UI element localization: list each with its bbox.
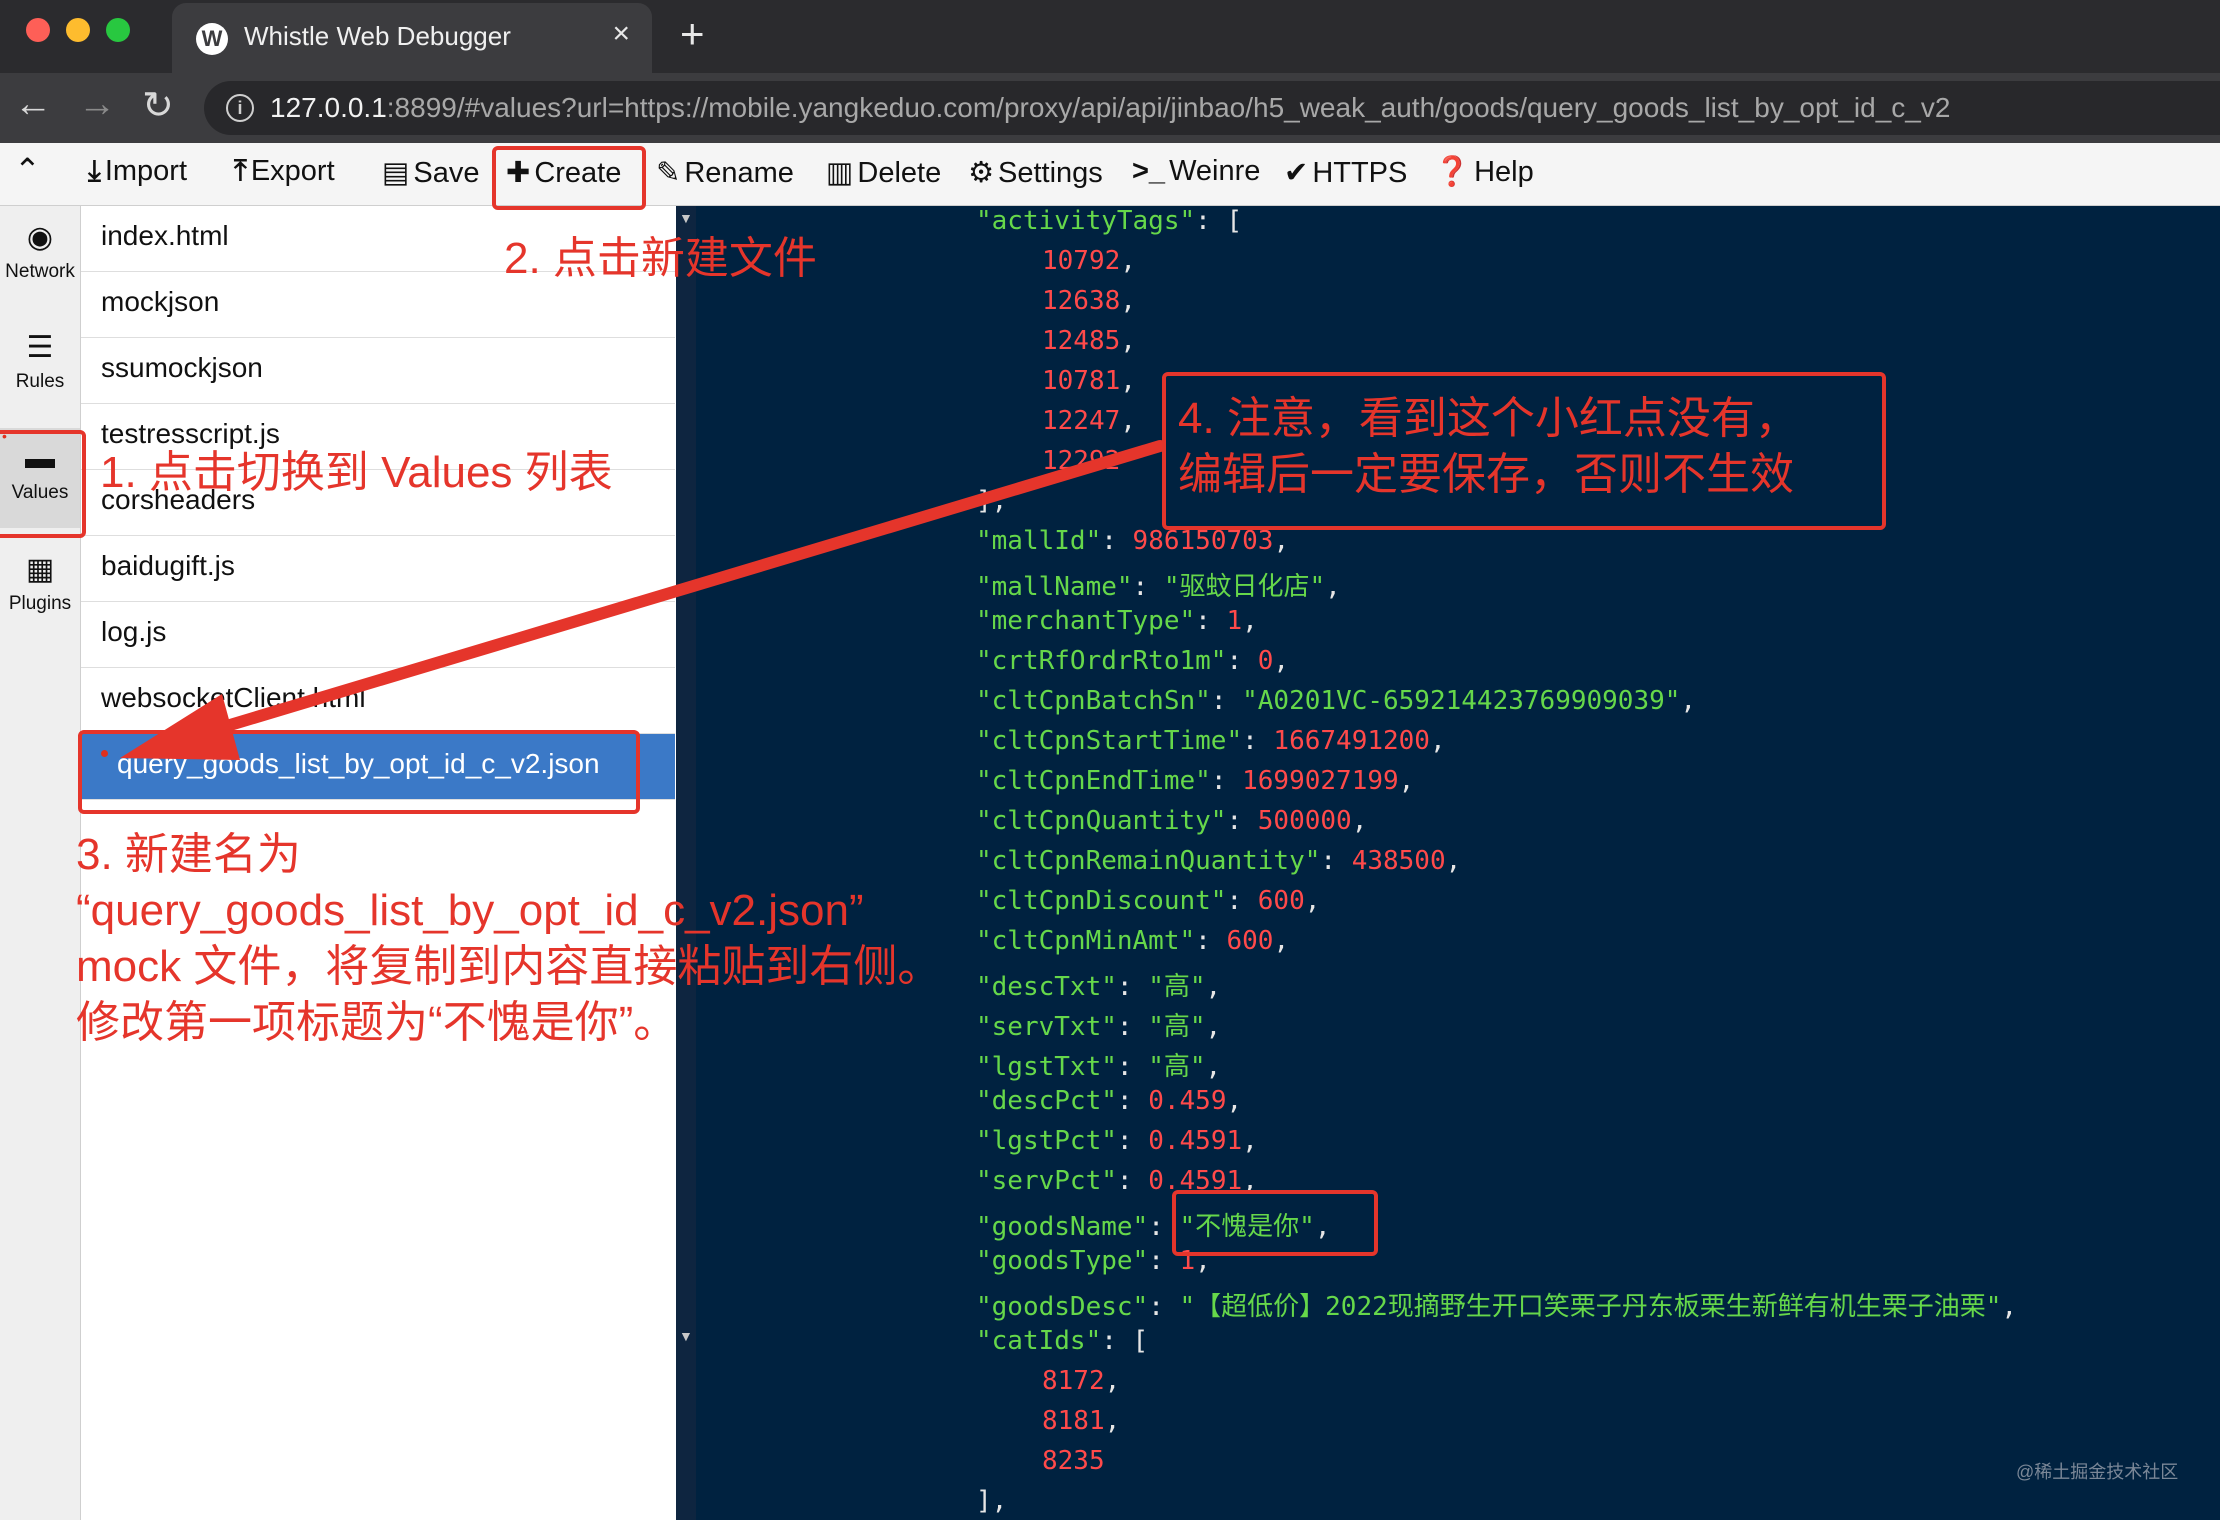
code-line: "cltCpnStartTime": 1667491200, xyxy=(976,726,1446,756)
maximize-window-dot[interactable] xyxy=(106,18,130,42)
code-line: 10792, xyxy=(1042,246,1136,276)
code-line: ], xyxy=(976,1486,1008,1516)
whistle-logo-icon: W xyxy=(196,23,228,55)
code-line: "cltCpnQuantity": 500000, xyxy=(976,806,1368,836)
settings-button[interactable]: ⚙ Settings xyxy=(968,155,1103,190)
code-line: 8172, xyxy=(1042,1366,1121,1396)
code-line: "crtRfOrdrRto1m": 0, xyxy=(976,646,1290,676)
globe-icon: ◉ xyxy=(26,221,54,254)
code-line: "descPct": 0.459, xyxy=(976,1086,1243,1116)
code-line: 12247, xyxy=(1042,406,1136,436)
annotation-step3-line1: 3. 新建名为 xyxy=(76,830,301,879)
back-icon[interactable]: ← xyxy=(14,83,52,126)
browser-tab[interactable]: W Whistle Web Debugger × xyxy=(172,3,652,73)
terminal-icon: >_ xyxy=(1132,155,1166,187)
code-line: 12638, xyxy=(1042,286,1136,316)
code-line: "catIds": [ xyxy=(976,1326,1149,1356)
code-line: 12485, xyxy=(1042,326,1136,356)
annotation-box-values xyxy=(0,430,86,538)
code-line: "cltCpnEndTime": 1699027199, xyxy=(976,766,1415,796)
annotation-box-create xyxy=(492,146,646,210)
code-line: "merchantType": 1, xyxy=(976,606,1258,636)
address-bar[interactable]: i 127.0.0.1:8899/#values?url=https://mob… xyxy=(204,81,2220,135)
code-line: "mallName": "驱蚊日化店", xyxy=(976,572,1341,602)
code-line: 10781, xyxy=(1042,366,1136,396)
list-item[interactable]: baidugift.js xyxy=(81,536,675,602)
rename-button[interactable]: ✎ Rename xyxy=(656,155,794,190)
minimize-window-dot[interactable] xyxy=(66,18,90,42)
code-line: "descTxt": "高", xyxy=(976,972,1222,1002)
code-line: 12292 xyxy=(1042,446,1121,476)
export-icon: ⤒ xyxy=(234,155,247,187)
trash-icon: ▥ xyxy=(826,157,854,189)
gear-icon: ⚙ xyxy=(968,157,994,189)
sidebar-item-rules[interactable]: ☰ Rules xyxy=(0,316,80,416)
delete-button[interactable]: ▥ Delete xyxy=(826,155,941,190)
fold-icon[interactable]: ▼ xyxy=(679,1328,693,1344)
annotation-box-new-file xyxy=(78,730,640,814)
sidebar-item-network[interactable]: ◉ Network xyxy=(0,206,80,306)
annotation-step1: 1. 点击切换到 Values 列表 xyxy=(100,448,613,497)
info-icon[interactable]: i xyxy=(226,94,254,122)
annotation-box-goodsname xyxy=(1172,1190,1378,1256)
code-line: "activityTags": [ xyxy=(976,206,1243,236)
code-line: "cltCpnMinAmt": 600, xyxy=(976,926,1290,956)
sidebar: ◉ Network ☰ Rules • ▬ Values ▦ Plugins xyxy=(0,206,81,1520)
import-button[interactable]: ⤓ Import xyxy=(88,155,187,188)
code-line: 8235 xyxy=(1042,1446,1105,1476)
browser-nav-bar: ← → ↻ i 127.0.0.1:8899/#values?url=https… xyxy=(0,73,2220,143)
help-button[interactable]: ❓ Help xyxy=(1434,155,1534,189)
code-line: "cltCpnBatchSn": "A0201VC-65921442376990… xyxy=(976,686,1697,716)
save-icon: ▤ xyxy=(382,157,410,189)
reload-icon[interactable]: ↻ xyxy=(142,83,174,128)
annotation-step4-line2: 编辑后一定要保存，否则不生效 xyxy=(1178,450,1794,499)
code-line: "goodsDesc": "【超低价】2022现摘野生开口笑栗子丹东板栗生新鲜有… xyxy=(976,1292,2018,1322)
code-line: 8181, xyxy=(1042,1406,1121,1436)
code-line: "lgstTxt": "高", xyxy=(976,1052,1222,1082)
annotation-step4-line1: 4. 注意，看到这个小红点没有， xyxy=(1178,394,1799,443)
code-line: ], xyxy=(976,486,1008,516)
list-icon: ☰ xyxy=(26,331,54,364)
https-button[interactable]: ✔ HTTPS xyxy=(1284,155,1407,190)
import-icon: ⤓ xyxy=(88,155,101,187)
help-icon: ❓ xyxy=(1434,156,1471,188)
annotation-step2: 2. 点击新建文件 xyxy=(504,234,817,283)
forward-icon[interactable]: → xyxy=(78,83,116,126)
list-item[interactable]: websocketClient.html xyxy=(81,668,675,734)
collapse-icon[interactable]: ⌃ xyxy=(14,151,41,189)
browser-tab-strip: W Whistle Web Debugger × + xyxy=(0,0,2220,73)
code-line: "mallId": 986150703, xyxy=(976,526,1290,556)
plugins-icon: ▦ xyxy=(25,553,55,586)
export-button[interactable]: ⤒ Export xyxy=(234,155,335,188)
check-icon: ✔ xyxy=(1284,157,1309,189)
edit-icon: ✎ xyxy=(656,157,681,189)
new-tab-icon[interactable]: + xyxy=(680,10,705,58)
weinre-button[interactable]: >_ Weinre xyxy=(1132,155,1260,188)
watermark: @稀土掘金技术社区 xyxy=(2016,1462,2179,1482)
list-item[interactable]: log.js xyxy=(81,602,675,668)
code-line: "cltCpnDiscount": 600, xyxy=(976,886,1321,916)
tab-title: Whistle Web Debugger xyxy=(244,21,511,51)
annotation-step3-line4: 修改第一项标题为“不愧是你”。 xyxy=(76,998,678,1047)
annotation-step3-line3: mock 文件，将复制到内容直接粘贴到右侧。 xyxy=(76,942,942,991)
close-window-dot[interactable] xyxy=(26,18,50,42)
list-item[interactable]: ssumockjson xyxy=(81,338,675,404)
sidebar-item-plugins[interactable]: ▦ Plugins xyxy=(0,538,80,638)
code-line: "cltCpnRemainQuantity": 438500, xyxy=(976,846,1462,876)
address-url: 127.0.0.1:8899/#values?url=https://mobil… xyxy=(270,92,1951,123)
fold-icon[interactable]: ▼ xyxy=(679,210,693,226)
code-line: "lgstPct": 0.4591, xyxy=(976,1126,1258,1156)
tab-close-icon[interactable]: × xyxy=(612,17,630,51)
annotation-step3-line2: “query_goods_list_by_opt_id_c_v2.json” xyxy=(76,886,864,935)
code-line: "servTxt": "高", xyxy=(976,1012,1222,1042)
editor-gutter: ▼ ▼ xyxy=(676,206,696,1520)
save-button[interactable]: ▤ Save xyxy=(382,155,480,190)
whistle-toolbar: ⌃ ⤓ Import ⤒ Export ▤ Save ✚ Create ✎ Rename … xyxy=(0,143,2220,206)
